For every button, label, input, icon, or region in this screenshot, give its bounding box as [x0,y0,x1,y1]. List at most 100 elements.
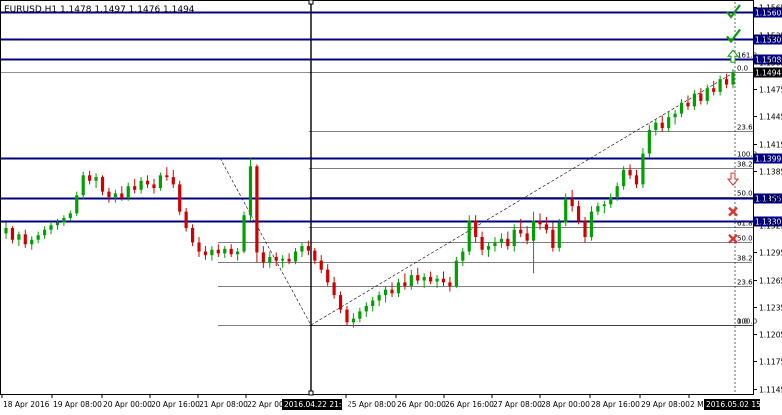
time-axis-tick-label: 18 Apr 2016 [3,400,50,409]
candle-body [281,258,285,261]
fib-right-level-label: 0.0 [737,65,748,73]
candle-body [416,275,420,281]
candle-body [107,191,111,198]
candle-body [570,198,574,207]
candle-body [293,251,298,262]
candle-body [364,305,368,312]
price-axis-tick-label: 1.1475 [759,86,782,95]
level-price-label: 1.1399 [755,155,781,164]
price-axis-tick-label: 1.1445 [759,113,782,122]
time-axis-tick-label: 20 Apr 16:00 [151,400,200,409]
price-axis-tick-label: 1.1265 [759,277,782,286]
candle-body [403,282,407,287]
candle-body [62,217,66,223]
symbol-header: EURUSD,H1 1.1478 1.1497 1.1476 1.1494 [4,5,195,15]
candle-body [274,256,278,261]
candle-body [306,246,310,251]
candle-body [486,246,491,250]
chart-window[interactable]: 161.8 0.0 23.6 38.2 50.0 61.8 100.0 100.0 50.0 38… [0,0,782,411]
candle-body [17,234,21,240]
time-axis-tick-label: 27 Apr 08:00 [493,400,542,409]
candle-body [165,175,169,178]
price-axis-tick-label: 1.1145 [759,386,782,395]
candle-body [480,237,484,250]
candle-body [634,175,639,185]
candle-body [255,166,259,253]
candle-body [371,300,375,306]
candle-body [461,251,465,261]
candle-body [152,184,156,189]
candle-body [551,229,555,248]
candle-body [49,225,53,230]
candle-body [287,258,291,262]
crosshair-handle-top[interactable] [308,0,314,5]
time-axis-tick-label: 25 Apr 08:00 [347,400,396,409]
time-axis-tick-label: 21 Apr 08:00 [199,400,248,409]
candle-body [731,71,735,85]
candle-body [679,102,684,114]
candle-body [10,227,15,240]
candle-body [351,318,356,323]
price-axis-tick-label: 1.1325 [759,222,782,231]
candle-body [628,169,632,176]
candle-body [647,129,651,154]
candle-body [55,222,60,226]
candle-body [705,88,709,101]
candle-body [313,250,317,261]
price-chart[interactable]: 161.80.023.638.250.061.8100.0100.050.038… [0,0,782,411]
candle-body [223,248,227,254]
time-axis-tick-label: 26 Apr 00:00 [397,400,446,409]
candle-body [525,233,529,241]
price-axis-tick-label: 1.1235 [759,304,782,313]
candle-body [377,295,381,301]
candle-body [113,193,117,198]
candle-body [68,213,72,218]
candle-body [300,246,304,252]
candle-body [454,260,458,287]
candle-body [448,282,452,287]
candle-body [596,206,600,212]
price-axis-tick-label: 1.1295 [759,249,782,258]
candle-body [641,153,645,185]
candle-body [422,276,426,281]
candle-body [242,215,246,252]
candle-body [383,289,388,296]
crosshair-handle-bottom[interactable] [308,390,314,396]
time-axis-tick-label: 19 Apr 08:00 [53,400,102,409]
candle-body [178,184,182,212]
candle-body [589,211,594,238]
candle-body [673,113,677,118]
candle-body [609,197,613,205]
fib-left-level-label: 23.6 [737,279,753,287]
candle-body [120,193,124,198]
price-axis-tick-label: 1.1175 [759,358,782,367]
crosshair-time-label: 2016.04.22 21:00 [284,400,351,409]
candle-body [248,166,253,216]
fib-right-level-label: 50.0 [737,190,753,198]
candle-body [145,180,150,185]
candle-body [203,251,208,256]
candle-body [544,224,549,230]
candle-body [699,93,703,101]
candle-body [81,175,85,196]
price-axis-tick-label: 1.1505 [759,59,782,68]
time-axis-tick-label: 20 Apr 00:00 [103,400,152,409]
candle-body [229,248,233,255]
candle-body [615,186,619,198]
price-axis-tick-label: 1.1205 [759,331,782,340]
candle-body [686,102,690,107]
candle-body [100,177,105,192]
candle-body [268,256,272,263]
candle-body [724,79,729,85]
candle-body [467,220,471,252]
candle-body [435,278,439,282]
candle-body [493,242,497,247]
candle-body [712,88,716,92]
time-axis-tick-label: 29 Apr 08:00 [641,400,690,409]
candle-body [43,229,47,236]
candle-body [506,238,510,247]
fib-right-level-label: 23.6 [737,124,753,132]
price-axis-tick-label: 1.1415 [759,141,782,150]
candle-body [184,211,188,228]
candle-body [660,122,664,129]
